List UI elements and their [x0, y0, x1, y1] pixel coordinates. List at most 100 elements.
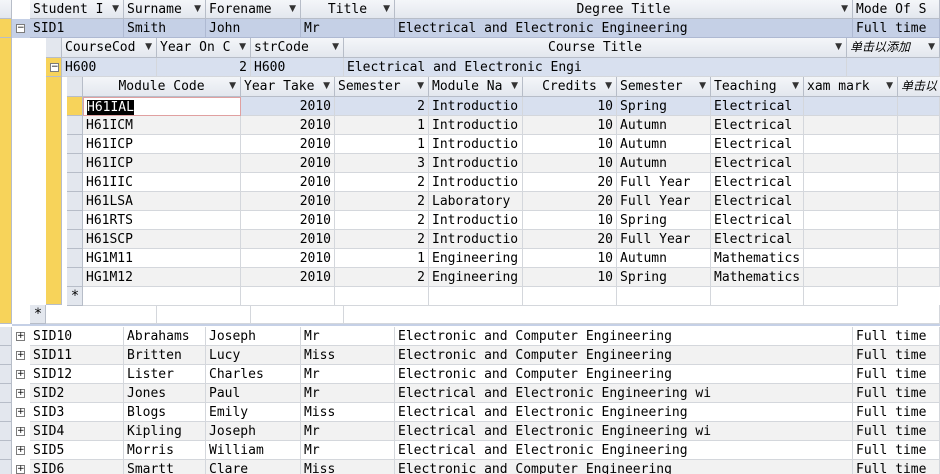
- chevron-down-icon[interactable]: ▼: [699, 77, 706, 96]
- cell-year-taken[interactable]: 2010: [241, 154, 335, 173]
- cell-exam-mark[interactable]: [804, 192, 898, 211]
- cell-exam-mark[interactable]: [804, 230, 898, 249]
- cell-student-id[interactable]: SID12: [30, 365, 124, 384]
- cell-module-name[interactable]: Introductio: [429, 135, 523, 154]
- chevron-down-icon[interactable]: ▼: [383, 0, 390, 18]
- new-cell[interactable]: [157, 305, 251, 324]
- select-all-corner[interactable]: [0, 0, 12, 19]
- cell-module-name[interactable]: Introductio: [429, 97, 523, 116]
- cell-module-name[interactable]: Introductio: [429, 173, 523, 192]
- cell-title[interactable]: Mr: [301, 422, 395, 441]
- cell-surname[interactable]: Britten: [124, 346, 206, 365]
- cell-teaching[interactable]: Electrical: [711, 97, 804, 116]
- cell-teaching[interactable]: Electrical: [711, 211, 804, 230]
- cell-student-id[interactable]: SID10: [30, 327, 124, 346]
- module-row-selector[interactable]: [67, 116, 83, 135]
- cell-credits[interactable]: 10: [523, 154, 617, 173]
- chevron-down-icon[interactable]: ▼: [289, 0, 296, 18]
- module-row-selector[interactable]: [67, 173, 83, 192]
- cell-exam-mark[interactable]: [804, 116, 898, 135]
- new-cell[interactable]: [335, 287, 429, 306]
- cell-mode[interactable]: Full time: [853, 422, 940, 441]
- cell-module-code[interactable]: H61ICM: [83, 116, 241, 135]
- cell-degree[interactable]: Electrical and Electronic Engineering wi: [395, 422, 853, 441]
- student-row[interactable]: + SID6 Smartt Clare Miss Electronic and Compu…: [12, 460, 940, 474]
- col-header-surname[interactable]: Surname ▼: [124, 0, 206, 19]
- cell-title[interactable]: Miss: [301, 460, 395, 474]
- col-header-year-taken[interactable]: Year Take ▼: [241, 77, 335, 97]
- student-row[interactable]: + SID12 Lister Charles Mr Electronic and Comp…: [12, 365, 940, 384]
- cell-mode[interactable]: Full time: [853, 384, 940, 403]
- cell-module-code[interactable]: H61IIC: [83, 173, 241, 192]
- cell-teaching[interactable]: Electrical: [711, 230, 804, 249]
- module-row-selector[interactable]: [67, 154, 83, 173]
- module-row-selector[interactable]: [67, 230, 83, 249]
- cell-year-taken[interactable]: 2010: [241, 211, 335, 230]
- col-header-forename[interactable]: Forename ▼: [206, 0, 301, 19]
- row-selector-sid1[interactable]: [0, 19, 12, 38]
- cell-semester-number[interactable]: 2: [335, 192, 429, 211]
- cell-add-new[interactable]: [898, 154, 940, 173]
- col-header-course-title[interactable]: Course Title ▼: [344, 38, 847, 58]
- cell-module-name[interactable]: Introductio: [429, 116, 523, 135]
- new-cell[interactable]: [241, 287, 335, 306]
- cell-semester-number[interactable]: 2: [335, 268, 429, 287]
- cell-exam-mark[interactable]: [804, 268, 898, 287]
- cell-exam-mark[interactable]: [804, 97, 898, 116]
- cell-surname[interactable]: Jones: [124, 384, 206, 403]
- cell-module-code[interactable]: HG1M11: [83, 249, 241, 268]
- cell-surname[interactable]: Smartt: [124, 460, 206, 474]
- cell-add-new[interactable]: [898, 268, 940, 287]
- cell-add-new[interactable]: [898, 230, 940, 249]
- col-header-exam-mark[interactable]: xam mark ▼: [804, 77, 898, 97]
- cell-mode[interactable]: Full time: [853, 365, 940, 384]
- cell-add-new[interactable]: [898, 211, 940, 230]
- cell-module-name[interactable]: Introductio: [429, 211, 523, 230]
- col-header-semester-number[interactable]: Semester ▼: [335, 77, 429, 97]
- module-row[interactable]: HG1M11 2010 1 Engineering 10 Autumn Mathematic…: [83, 249, 940, 268]
- cell-module-code[interactable]: H61ICP: [83, 135, 241, 154]
- cell-credits[interactable]: 10: [523, 135, 617, 154]
- cell-mode[interactable]: Full time: [853, 460, 940, 474]
- cell-credits[interactable]: 10: [523, 116, 617, 135]
- module-row[interactable]: HG1M12 2010 2 Engineering 10 Spring Mathematic…: [83, 268, 940, 287]
- cell-mode[interactable]: Full time: [853, 403, 940, 422]
- cell-mode[interactable]: Full time: [853, 441, 940, 460]
- cell-semester-number[interactable]: 2: [335, 173, 429, 192]
- cell-forename[interactable]: Charles: [206, 365, 301, 384]
- cell-add-new[interactable]: [898, 192, 940, 211]
- cell-semester[interactable]: Autumn: [617, 135, 711, 154]
- cell-str-code[interactable]: H600: [251, 58, 344, 77]
- module-row[interactable]: H61SCP 2010 2 Introductio 20 Full Year Electri…: [83, 230, 940, 249]
- module-row[interactable]: H61RTS 2010 2 Introductio 10 Spring Electrical: [83, 211, 940, 230]
- cell-teaching[interactable]: Electrical: [711, 173, 804, 192]
- cell-semester[interactable]: Full Year: [617, 173, 711, 192]
- cell-semester-number[interactable]: 1: [335, 135, 429, 154]
- cell-title[interactable]: Mr: [301, 19, 395, 38]
- cell-module-code[interactable]: HG1M12: [83, 268, 241, 287]
- cell-year-on-course[interactable]: 2: [157, 58, 251, 77]
- collapse-icon[interactable]: −: [50, 63, 59, 72]
- chevron-down-icon[interactable]: ▼: [928, 38, 935, 57]
- cell-title[interactable]: Miss: [301, 403, 395, 422]
- cell-add-new[interactable]: [898, 173, 940, 192]
- collapse-icon[interactable]: −: [16, 24, 25, 33]
- chevron-down-icon[interactable]: ▼: [112, 0, 119, 18]
- cell-degree[interactable]: Electrical and Electronic Engineering wi: [395, 384, 853, 403]
- cell-add-new[interactable]: [847, 58, 940, 77]
- chevron-down-icon[interactable]: ▼: [194, 0, 201, 18]
- row-selector[interactable]: [0, 441, 12, 460]
- cell-mode[interactable]: Full time: [853, 346, 940, 365]
- chevron-down-icon[interactable]: ▼: [332, 38, 339, 57]
- col-header-str-code[interactable]: strCode ▼: [251, 38, 344, 58]
- cell-year-taken[interactable]: 2010: [241, 249, 335, 268]
- chevron-down-icon[interactable]: ▼: [605, 77, 612, 96]
- cell-title[interactable]: Mr: [301, 327, 395, 346]
- cell-teaching[interactable]: Electrical: [711, 135, 804, 154]
- chevron-down-icon[interactable]: ▼: [841, 0, 848, 18]
- chevron-down-icon[interactable]: ▼: [145, 38, 152, 57]
- module-select-all[interactable]: [67, 77, 83, 97]
- cell-degree[interactable]: Electrical and Electronic Engineering: [395, 19, 853, 38]
- col-header-course-code[interactable]: CourseCod ▼: [62, 38, 157, 58]
- module-row[interactable]: H61ICM 2010 1 Introductio 10 Autumn Electrical: [83, 116, 940, 135]
